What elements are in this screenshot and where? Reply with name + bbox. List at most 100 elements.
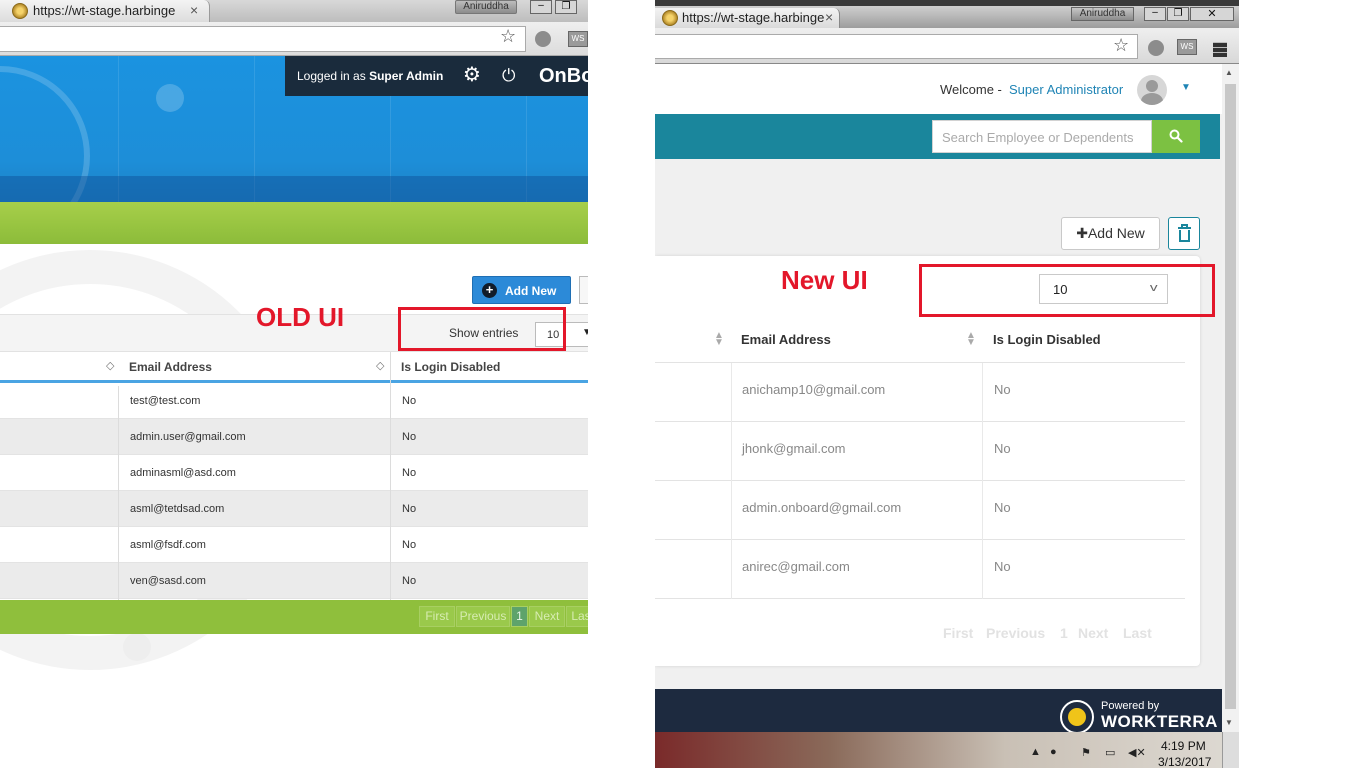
row-divider [655, 539, 1185, 540]
show-desktop-button[interactable] [1222, 732, 1239, 768]
network-icon[interactable]: ▭ [1105, 746, 1115, 759]
avatar-head [1146, 80, 1158, 92]
logout-power-icon[interactable]: ⏻ [502, 65, 515, 87]
plus-circle-icon: + [482, 283, 497, 298]
pager-last-button[interactable]: Las [566, 606, 588, 627]
sort-icon[interactable]: ◇ [106, 359, 114, 372]
scrollbar-thumb[interactable] [1225, 84, 1236, 709]
pager-next-button[interactable]: Next [529, 606, 565, 627]
column-divider [390, 352, 391, 602]
maximize-window-button[interactable]: ❐ [1167, 7, 1189, 21]
vertical-scrollbar[interactable]: ▲ ▼ [1222, 64, 1239, 732]
settings-gear-icon[interactable]: ⚙ [463, 64, 481, 86]
flag-icon[interactable]: ⚑ [1081, 746, 1091, 759]
pager-current-page[interactable]: 1 [511, 606, 528, 627]
table-row[interactable]: adminasml@asd.com No [0, 455, 588, 491]
pager-next-button[interactable]: Next [1078, 625, 1108, 641]
email-cell: adminasml@asd.com [130, 467, 236, 479]
login-disabled-cell: No [994, 382, 1011, 397]
extension-icon[interactable] [1148, 40, 1164, 56]
minimize-window-button[interactable]: – [530, 0, 552, 14]
minimize-window-button[interactable]: – [1144, 7, 1166, 21]
pager-current-page[interactable]: 1 [1060, 625, 1068, 641]
column-divider [118, 386, 119, 602]
login-disabled-cell: No [402, 431, 417, 443]
url-input[interactable] [655, 34, 1138, 59]
sort-icon[interactable]: ◇ [376, 359, 384, 372]
site-favicon-icon [662, 10, 678, 26]
browser-tab-title: https://wt-stage.harbinge [33, 3, 176, 18]
extension-icon[interactable] [535, 31, 551, 47]
email-cell: asml@tetdsad.com [130, 503, 225, 515]
delete-button[interactable] [1168, 217, 1200, 250]
screenshot-root: https://wt-stage.harbinge × Aniruddha – … [0, 0, 1366, 768]
email-cell: jhonk@gmail.com [742, 441, 846, 456]
search-input[interactable]: Search Employee or Dependents [932, 120, 1152, 153]
clock-time[interactable]: 4:19 PM [1161, 739, 1206, 753]
row-divider [655, 480, 1185, 481]
scroll-up-icon[interactable]: ▲ [1225, 68, 1233, 77]
row-divider [655, 362, 1185, 363]
login-disabled-cell: No [994, 441, 1011, 456]
users-table: ◇ Email Address ◇ Is Login Disabled test… [0, 352, 588, 602]
table-header-row: ◇ Email Address ◇ Is Login Disabled [0, 352, 588, 383]
watermark-dot [123, 633, 151, 661]
table-row[interactable]: asml@tetdsad.com No [0, 491, 588, 527]
column-header-login-disabled[interactable]: Is Login Disabled [401, 360, 500, 374]
pager-previous-button[interactable]: Previous [986, 625, 1045, 641]
pagination-bar: First Previous 1 Next Las [0, 600, 588, 634]
scroll-down-icon[interactable]: ▼ [1225, 718, 1233, 727]
table-row[interactable]: asml@fsdf.com No [0, 527, 588, 563]
column-divider [731, 363, 732, 599]
clock-date[interactable]: 3/13/2017 [1158, 755, 1211, 768]
secondary-action-button[interactable] [579, 276, 588, 304]
app-page: Welcome - Super Administrator ▼ Search E… [655, 64, 1222, 689]
add-new-button[interactable]: + Add New [472, 276, 571, 304]
avatar[interactable] [1137, 75, 1167, 105]
sort-icon[interactable]: ▲ ▼ [714, 331, 724, 348]
maximize-window-button[interactable]: ❐ [555, 0, 577, 14]
footer-brand: WORKTERRA [1101, 712, 1218, 731]
browser-menu-icon[interactable]: ▬ ▬ ▬ [1213, 35, 1227, 59]
user-menu-caret-icon[interactable]: ▼ [1181, 82, 1191, 93]
login-disabled-cell: No [402, 539, 417, 551]
column-header-email[interactable]: Email Address [129, 360, 212, 374]
pager-previous-button[interactable]: Previous [456, 606, 510, 627]
ws-extension-icon[interactable]: WS [568, 31, 588, 47]
column-header-email[interactable]: Email Address [741, 332, 831, 347]
email-cell: admin.user@gmail.com [130, 431, 246, 443]
user-name-link[interactable]: Super Administrator [1009, 82, 1123, 97]
browser-tab[interactable]: https://wt-stage.harbinge × [655, 8, 840, 28]
sort-icon[interactable]: ▲ ▼ [966, 331, 976, 348]
table-row[interactable]: test@test.com No [0, 383, 588, 419]
search-button[interactable] [1152, 120, 1200, 153]
workterra-logo-core [1068, 708, 1086, 726]
close-tab-icon[interactable]: × [190, 2, 198, 18]
bookmark-star-icon[interactable]: ☆ [500, 26, 516, 46]
close-window-button[interactable]: ✕ [1190, 7, 1234, 21]
tray-expand-icon[interactable]: ▲ [1030, 746, 1041, 758]
annotation-highlight-box [919, 264, 1215, 317]
table-row[interactable]: admin.user@gmail.com No [0, 419, 588, 455]
pager-first-button[interactable]: First [943, 625, 973, 641]
trash-lid [1178, 227, 1191, 229]
green-nav-band [0, 202, 588, 244]
pager-last-button[interactable]: Last [1123, 625, 1152, 641]
ws-extension-icon[interactable]: WS [1177, 39, 1197, 55]
bookmark-star-icon[interactable]: ☆ [1113, 35, 1129, 55]
volume-muted-icon[interactable]: ◀✕ [1128, 746, 1146, 759]
browser-tab[interactable]: https://wt-stage.harbinge × [0, 0, 210, 22]
old-ui-panel: https://wt-stage.harbinge × Aniruddha – … [0, 0, 588, 768]
tray-app-icon[interactable]: ● [1050, 746, 1057, 758]
add-new-button[interactable]: ✚Add New [1061, 217, 1160, 250]
email-cell: anirec@gmail.com [742, 559, 850, 574]
column-header-login-disabled[interactable]: Is Login Disabled [993, 332, 1101, 347]
close-tab-icon[interactable]: × [825, 9, 833, 25]
new-ui-panel: https://wt-stage.harbinge × Aniruddha – … [655, 0, 1239, 768]
pager-first-button[interactable]: First [419, 606, 455, 627]
table-row[interactable]: ven@sasd.com No [0, 563, 588, 599]
browser-user-badge[interactable]: Aniruddha [1071, 7, 1134, 21]
browser-user-badge[interactable]: Aniruddha [455, 0, 517, 14]
add-new-label: Add New [505, 284, 557, 298]
url-input[interactable] [0, 26, 526, 52]
